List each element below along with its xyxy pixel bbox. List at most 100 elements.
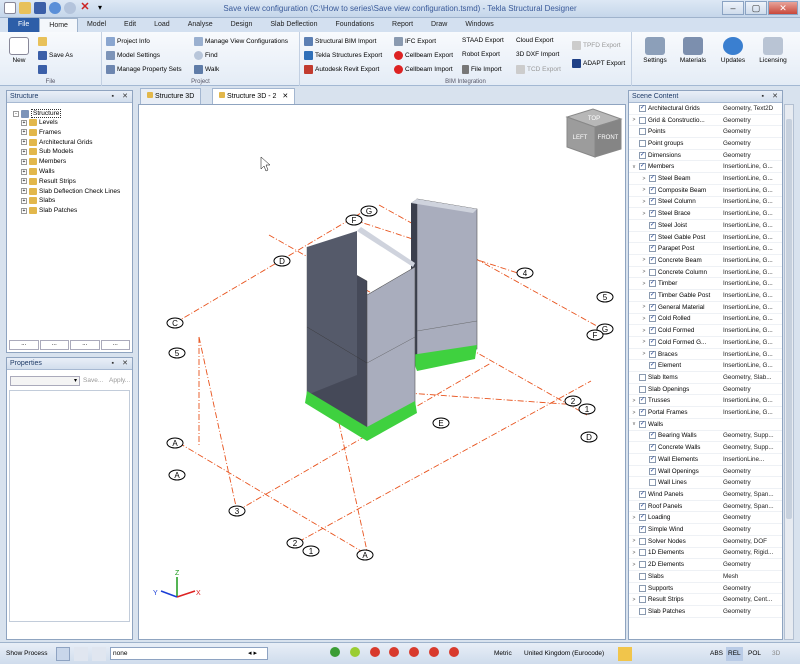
3d-viewport[interactable]: C D E F G A A 1 2 3 4 5 G F 2 1 D A 5 TO… bbox=[138, 104, 626, 640]
tcd-export-button[interactable]: TCD Export bbox=[516, 65, 561, 74]
visibility-checkbox[interactable] bbox=[649, 268, 656, 276]
expand-arrow-icon[interactable]: v bbox=[631, 421, 637, 427]
visibility-checkbox[interactable]: ✓ bbox=[639, 420, 646, 428]
find-button[interactable]: Find bbox=[194, 51, 218, 60]
view-cube[interactable]: TOP LEFT FRONT bbox=[565, 108, 623, 158]
scene-row[interactable]: > ✓ Cold Formed InsertionLine, G... bbox=[629, 325, 782, 337]
show-process-label[interactable]: Show Process bbox=[6, 647, 48, 661]
tekla-structures-export-button[interactable]: Tekla Structures Export bbox=[304, 51, 382, 60]
mail-icon[interactable] bbox=[92, 647, 106, 661]
status-error-icon-2[interactable] bbox=[389, 647, 400, 657]
scene-row[interactable]: Slab Items Geometry, Slab... bbox=[629, 372, 782, 384]
expand-arrow-icon[interactable]: > bbox=[631, 550, 637, 556]
visibility-checkbox[interactable]: ✓ bbox=[639, 526, 646, 534]
scene-row[interactable]: Slab Patches Geometry bbox=[629, 606, 782, 618]
close-tab-icon[interactable]: ✕ bbox=[282, 93, 288, 100]
scene-row[interactable]: ✓ Parapet Post InsertionLine, G... bbox=[629, 243, 782, 256]
scrollbar-thumb[interactable] bbox=[786, 119, 792, 519]
panel-tab-3[interactable]: ... bbox=[70, 340, 100, 350]
scene-row[interactable]: > ✓ General Material InsertionLine, G... bbox=[629, 302, 782, 314]
visibility-checkbox[interactable]: ✓ bbox=[649, 186, 656, 194]
materials-button[interactable]: Materials bbox=[676, 35, 710, 75]
wall-right[interactable] bbox=[411, 198, 478, 371]
expand-arrow-icon[interactable]: > bbox=[641, 199, 647, 205]
visibility-checkbox[interactable]: ✓ bbox=[639, 151, 646, 159]
visibility-checkbox[interactable]: ✓ bbox=[649, 210, 656, 218]
expand-arrow-icon[interactable]: > bbox=[631, 538, 637, 544]
tab-report[interactable]: Report bbox=[383, 18, 422, 32]
scene-row[interactable]: Points Geometry bbox=[629, 126, 782, 139]
tab-draw[interactable]: Draw bbox=[422, 18, 456, 32]
scene-row[interactable]: > ✓ Portal Frames InsertionLine, G... bbox=[629, 407, 782, 419]
3d-button[interactable]: 3D bbox=[772, 647, 780, 661]
status-error-icon-4[interactable] bbox=[429, 647, 440, 657]
cellbeam-import-button[interactable]: Cellbeam Import bbox=[394, 65, 453, 74]
updates-button[interactable]: Updates bbox=[716, 35, 750, 75]
wall-left[interactable] bbox=[305, 227, 417, 441]
view-tab-structure-3d-2[interactable]: Structure 3D - 2 ✕ bbox=[212, 88, 296, 104]
scene-row[interactable]: Slabs Mesh bbox=[629, 571, 782, 583]
autodesk-revit-export-button[interactable]: Autodesk Revit Export bbox=[304, 65, 379, 74]
visibility-checkbox[interactable] bbox=[639, 116, 646, 124]
tab-model[interactable]: Model bbox=[78, 18, 115, 32]
scene-row[interactable]: v ✓ Members InsertionLine, G... bbox=[629, 162, 782, 174]
visibility-checkbox[interactable]: ✓ bbox=[649, 280, 656, 288]
visibility-checkbox[interactable] bbox=[639, 128, 646, 136]
expand-arrow-icon[interactable]: > bbox=[641, 339, 647, 345]
expand-arrow-icon[interactable]: > bbox=[641, 257, 647, 263]
tree-item-slab-deflection-check-lines[interactable]: + Slab Deflection Check Lines bbox=[21, 187, 120, 195]
scene-row[interactable]: > ✓ Timber InsertionLine, G... bbox=[629, 279, 782, 291]
visibility-checkbox[interactable]: ✓ bbox=[649, 455, 656, 463]
visibility-checkbox[interactable]: ✓ bbox=[649, 256, 656, 264]
visibility-checkbox[interactable]: ✓ bbox=[649, 245, 656, 253]
expand-arrow-icon[interactable]: > bbox=[641, 211, 647, 217]
scene-row[interactable]: ✓ Wall Elements InsertionLine... bbox=[629, 454, 782, 466]
visibility-checkbox[interactable] bbox=[639, 139, 646, 147]
visibility-checkbox[interactable] bbox=[639, 537, 646, 545]
settings-button[interactable]: Settings bbox=[638, 35, 672, 75]
expand-icon[interactable]: + bbox=[21, 129, 27, 136]
file-import-button[interactable]: File Import bbox=[462, 65, 502, 74]
visibility-checkbox[interactable]: ✓ bbox=[649, 292, 656, 300]
scene-row[interactable]: > ✓ Loading Geometry bbox=[629, 513, 782, 525]
scene-row[interactable]: v ✓ Walls bbox=[629, 419, 782, 431]
scene-row[interactable]: ✓ Steel Gable Post InsertionLine, G... bbox=[629, 232, 782, 244]
scene-row[interactable]: ✓ Simple Wind Geometry bbox=[629, 524, 782, 536]
tree-item-levels[interactable]: + Levels bbox=[21, 119, 58, 126]
visibility-checkbox[interactable] bbox=[649, 479, 656, 487]
expand-arrow-icon[interactable]: > bbox=[641, 269, 647, 275]
expand-icon[interactable]: + bbox=[21, 197, 27, 204]
save-as-button[interactable]: Save As bbox=[38, 51, 73, 60]
pin-icon[interactable]: ▪ bbox=[112, 91, 114, 103]
visibility-checkbox[interactable] bbox=[639, 584, 646, 592]
scene-row[interactable]: ✓ Wind Panels Geometry, Span... bbox=[629, 489, 782, 501]
tab-design[interactable]: Design bbox=[222, 18, 262, 32]
panel-close-icon[interactable]: ✕ bbox=[122, 91, 128, 103]
adapt-export-button[interactable]: ADAPT Export bbox=[572, 59, 625, 68]
scene-row[interactable]: Slab Openings Geometry bbox=[629, 384, 782, 396]
visibility-checkbox[interactable]: ✓ bbox=[649, 175, 656, 183]
ifc-export-button[interactable]: IFC Export bbox=[394, 37, 436, 46]
scene-row[interactable]: > ✓ Steel Brace InsertionLine, G... bbox=[629, 208, 782, 220]
manage-property-sets-button[interactable]: Manage Property Sets bbox=[106, 65, 182, 74]
expand-icon[interactable]: + bbox=[21, 188, 27, 195]
visibility-checkbox[interactable]: ✓ bbox=[639, 502, 646, 510]
scene-row[interactable]: > Solver Nodes Geometry, DOF bbox=[629, 536, 782, 548]
save-property-button[interactable]: Save... bbox=[83, 377, 103, 384]
scene-row[interactable]: ✓ Concrete Walls Geometry, Supp... bbox=[629, 442, 782, 454]
collapse-icon[interactable]: - bbox=[13, 110, 19, 117]
visibility-checkbox[interactable]: ✓ bbox=[649, 350, 656, 358]
filter-nav-icon[interactable]: ◂ ▸ bbox=[248, 647, 257, 661]
rel-button[interactable]: REL bbox=[726, 647, 743, 661]
expand-arrow-icon[interactable]: > bbox=[631, 117, 637, 123]
scene-row[interactable]: ✓ Bearing Walls Geometry, Supp... bbox=[629, 431, 782, 443]
expand-arrow-icon[interactable]: > bbox=[631, 562, 637, 568]
tree-item-architectural-grids[interactable]: + Architectural Grids bbox=[21, 138, 92, 146]
expand-icon[interactable]: + bbox=[21, 119, 27, 126]
status-error-icon-3[interactable] bbox=[409, 647, 420, 657]
project-info-button[interactable]: Project Info bbox=[106, 37, 150, 46]
property-set-dropdown[interactable]: ▾ bbox=[10, 376, 80, 386]
scene-row[interactable]: ✓ Dimensions Geometry bbox=[629, 150, 782, 162]
manage-view-configurations-button[interactable]: Manage View Configurations bbox=[194, 37, 288, 46]
tab-analyse[interactable]: Analyse bbox=[179, 18, 222, 32]
